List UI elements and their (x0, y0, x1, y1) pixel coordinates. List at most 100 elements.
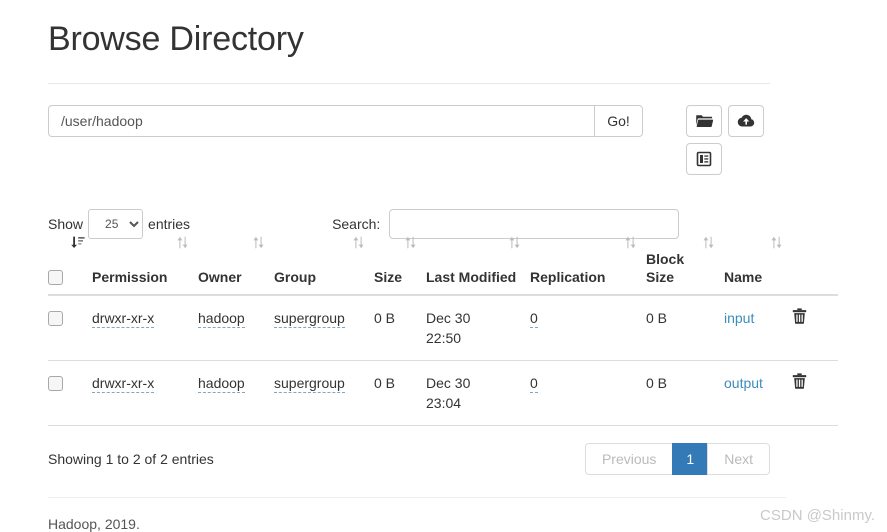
sort-both-icon (353, 235, 364, 253)
modified-date: Dec 30 (426, 374, 471, 391)
sort-both-icon (177, 235, 188, 253)
footer-divider (48, 496, 786, 498)
watermark: CSDN @Shinmy. (760, 507, 875, 524)
column-header-last-modified[interactable]: Last Modified (426, 236, 530, 296)
sort-both-icon (253, 235, 264, 253)
table-row: drwxr-xr-x hadoop supergroup 0 B Dec 30 … (48, 294, 838, 361)
column-header-label: Replication (530, 268, 606, 285)
column-header-block-size[interactable]: Block Size (646, 236, 724, 296)
column-header-group[interactable]: Group (274, 236, 374, 296)
go-button[interactable]: Go! (594, 104, 643, 137)
file-table: Permission Owner Group Size Last Modifie… (48, 236, 838, 426)
table-row: drwxr-xr-x hadoop supergroup 0 B Dec 30 … (48, 360, 838, 426)
cell-block-size: 0 B (646, 294, 724, 361)
pagination-next[interactable]: Next (707, 442, 770, 475)
sort-both-icon (405, 235, 416, 253)
column-header-label: Group (274, 268, 316, 285)
entries-info: Showing 1 to 2 of 2 entries (48, 450, 214, 467)
row-checkbox[interactable] (48, 376, 63, 392)
datatable-footer: Showing 1 to 2 of 2 entries Previous 1 N… (48, 442, 770, 475)
sort-desc-icon (70, 235, 85, 253)
trash-icon (792, 372, 807, 392)
column-header-label: Name (724, 268, 763, 285)
show-label: Show (48, 215, 84, 232)
row-checkbox[interactable] (48, 311, 63, 327)
group-editable[interactable]: supergroup (274, 374, 345, 393)
owner-editable[interactable]: hadoop (198, 374, 245, 393)
cell-last-modified: Dec 30 23:04 (426, 360, 530, 426)
path-toolbar: Go! (48, 104, 770, 175)
group-editable[interactable]: supergroup (274, 309, 345, 328)
delete-button[interactable] (792, 307, 807, 327)
cell-actions (792, 294, 838, 361)
column-header-select-all[interactable] (48, 236, 92, 296)
cell-name: input (724, 294, 792, 361)
title-divider (48, 82, 770, 84)
pagination-page-1[interactable]: 1 (672, 442, 709, 475)
search-label: Search: (332, 215, 381, 232)
file-name-link[interactable]: input (724, 310, 754, 326)
column-header-label: Last Modified (426, 268, 517, 285)
cut-paste-button[interactable] (686, 142, 722, 175)
cell-permission: drwxr-xr-x (92, 294, 198, 361)
column-header-label: Block Size (646, 250, 685, 285)
cell-size: 0 B (374, 294, 426, 361)
pagination: Previous 1 Next (584, 442, 770, 475)
column-header-permission[interactable]: Permission (92, 236, 198, 296)
cell-last-modified: Dec 30 22:50 (426, 294, 530, 361)
table-header-row: Permission Owner Group Size Last Modifie… (48, 236, 838, 296)
cell-group: supergroup (274, 294, 374, 361)
modified-time: 22:50 (426, 329, 462, 346)
column-header-label: Permission (92, 268, 168, 285)
row-select-cell (48, 294, 92, 361)
sort-both-icon (703, 235, 714, 253)
cut-paste-icon (696, 151, 712, 167)
pagination-previous[interactable]: Previous (584, 442, 674, 475)
file-name-link[interactable]: output (724, 375, 763, 391)
sort-both-icon (625, 235, 636, 253)
owner-editable[interactable]: hadoop (198, 309, 245, 328)
column-header-size[interactable]: Size (374, 236, 426, 296)
upload-button[interactable] (728, 104, 764, 137)
new-directory-icon (695, 114, 713, 128)
path-input[interactable] (48, 104, 594, 137)
sort-both-icon (509, 235, 520, 253)
new-directory-button[interactable] (686, 104, 722, 137)
cell-replication: 0 (530, 360, 646, 426)
page-container: Browse Directory Go! (48, 0, 838, 532)
delete-button[interactable] (792, 372, 807, 392)
row-select-cell (48, 360, 92, 426)
permission-editable[interactable]: drwxr-xr-x (92, 309, 155, 328)
cell-size: 0 B (374, 360, 426, 426)
cell-owner: hadoop (198, 360, 274, 426)
column-header-owner[interactable]: Owner (198, 236, 274, 296)
cell-owner: hadoop (198, 294, 274, 361)
column-header-replication[interactable]: Replication (530, 236, 646, 296)
replication-editable[interactable]: 0 (530, 374, 538, 393)
sort-both-icon (771, 235, 782, 253)
column-header-label: Owner (198, 268, 242, 285)
entries-label: entries (148, 215, 191, 232)
cell-actions (792, 360, 838, 426)
cell-name: output (724, 360, 792, 426)
cell-block-size: 0 B (646, 360, 724, 426)
footer-credit: Hadoop, 2019. (48, 515, 140, 532)
replication-editable[interactable]: 0 (530, 309, 538, 328)
toolbar-icon-cluster (686, 104, 764, 175)
column-header-name[interactable]: Name (724, 236, 792, 296)
cell-replication: 0 (530, 294, 646, 361)
cell-permission: drwxr-xr-x (92, 360, 198, 426)
permission-editable[interactable]: drwxr-xr-x (92, 374, 155, 393)
cell-group: supergroup (274, 360, 374, 426)
select-all-checkbox[interactable] (48, 270, 63, 286)
trash-icon (792, 307, 807, 327)
modified-date: Dec 30 (426, 309, 471, 326)
path-input-group: Go! (48, 104, 643, 137)
column-header-actions (792, 249, 838, 296)
toolbar-icon-row-2 (686, 142, 764, 175)
page-title: Browse Directory (48, 20, 304, 58)
upload-icon (737, 114, 755, 128)
modified-time: 23:04 (426, 394, 462, 411)
toolbar-icon-row-1 (686, 104, 764, 137)
page-length-select[interactable]: 25 (88, 208, 144, 239)
